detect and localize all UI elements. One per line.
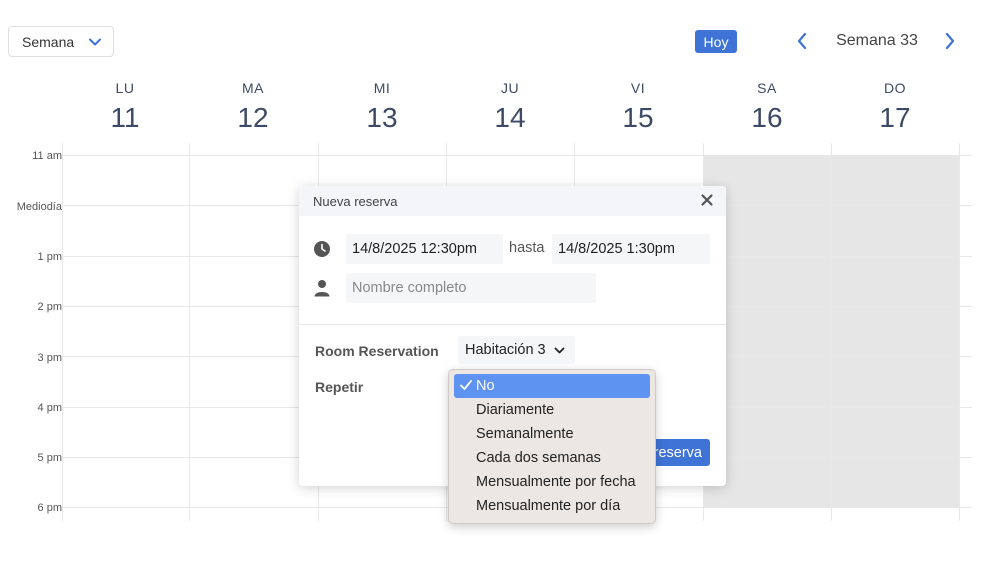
chevron-down-icon [89,38,102,45]
day-header: DO 17 [831,80,959,134]
day-header: SA 16 [703,80,831,134]
full-name-input[interactable] [346,273,596,303]
end-datetime-input[interactable] [552,234,710,264]
repeat-option-label: Mensualmente por fecha [476,474,636,490]
day-header: MA 12 [189,80,317,134]
chevron-right-icon [945,32,955,50]
day-header: JU 14 [446,80,574,134]
start-datetime-input[interactable] [346,234,503,264]
repeat-option-label: Semanalmente [476,426,574,442]
repeat-option-label: Cada dos semanas [476,450,601,466]
day-number: 12 [237,102,269,133]
repeat-option-monthly-by-date[interactable]: Mensualmente por fecha [454,470,650,494]
next-week-button[interactable] [942,31,958,51]
prev-week-button[interactable] [794,31,810,51]
grid-line [831,143,832,521]
day-number: 15 [622,102,654,133]
clock-icon [314,241,330,257]
submit-reservation-label: reserva [653,444,702,461]
grid-line [189,143,190,521]
time-label: Mediodía [16,201,62,213]
time-label: 2 pm [37,301,62,313]
room-select-value: Habitación 3 [465,342,546,358]
day-name: MI [373,80,391,96]
repeat-label: Repetir [315,379,364,395]
dialog-title: Nueva reserva [313,193,398,209]
room-select[interactable]: Habitación 3 [458,336,575,364]
repeat-option-weekly[interactable]: Semanalmente [454,422,650,446]
repeat-option-daily[interactable]: Diariamente [454,398,650,422]
time-label: 11 am [32,150,62,162]
grid-line [959,143,960,521]
repeat-option-label: Diariamente [476,402,555,418]
day-number: 14 [494,102,526,133]
day-number: 16 [751,102,783,133]
time-label: 1 pm [37,251,62,263]
grid-line [62,155,972,156]
day-name: LU [115,80,135,96]
submit-reservation-button[interactable]: reserva [650,439,710,466]
time-label: 5 pm [37,452,62,464]
user-icon [314,280,330,297]
day-header: LU 11 [61,80,189,134]
room-reservation-label: Room Reservation [315,343,439,359]
grid-line [62,143,63,521]
day-header: MI 13 [318,80,446,134]
day-name: DO [884,80,906,96]
day-header: VI 15 [574,80,702,134]
repeat-option-label: Mensualmente por día [476,498,621,514]
view-select-label: Semana [22,33,75,50]
day-name: VI [630,80,646,96]
repeat-option-monthly-by-day[interactable]: Mensualmente por día [454,494,650,518]
repeat-option-label: No [476,378,495,394]
day-name: MA [242,80,264,96]
time-label: 3 pm [37,352,62,364]
checkmark-icon [460,380,472,390]
repeat-option-no[interactable]: No [454,374,650,398]
divider [299,324,726,325]
repeat-options-list[interactable]: No Diariamente Semanalmente Cada dos sem… [448,369,656,524]
until-label: hasta [509,240,545,256]
day-number: 13 [366,102,398,133]
dialog-header: Nueva reserva [299,186,726,216]
time-label: 6 pm [37,502,62,514]
view-select[interactable]: Semana [8,26,114,57]
week-label: Semana 33 [836,32,918,49]
repeat-option-biweekly[interactable]: Cada dos semanas [454,446,650,470]
time-label: 4 pm [37,402,62,414]
day-name: JU [500,80,520,96]
chevron-down-icon [554,347,565,353]
chevron-left-icon [797,32,807,50]
close-icon[interactable] [700,193,714,207]
today-button[interactable]: Hoy [695,30,737,53]
day-number: 11 [110,102,140,133]
day-number: 17 [879,102,911,133]
day-name: SA [757,80,777,96]
